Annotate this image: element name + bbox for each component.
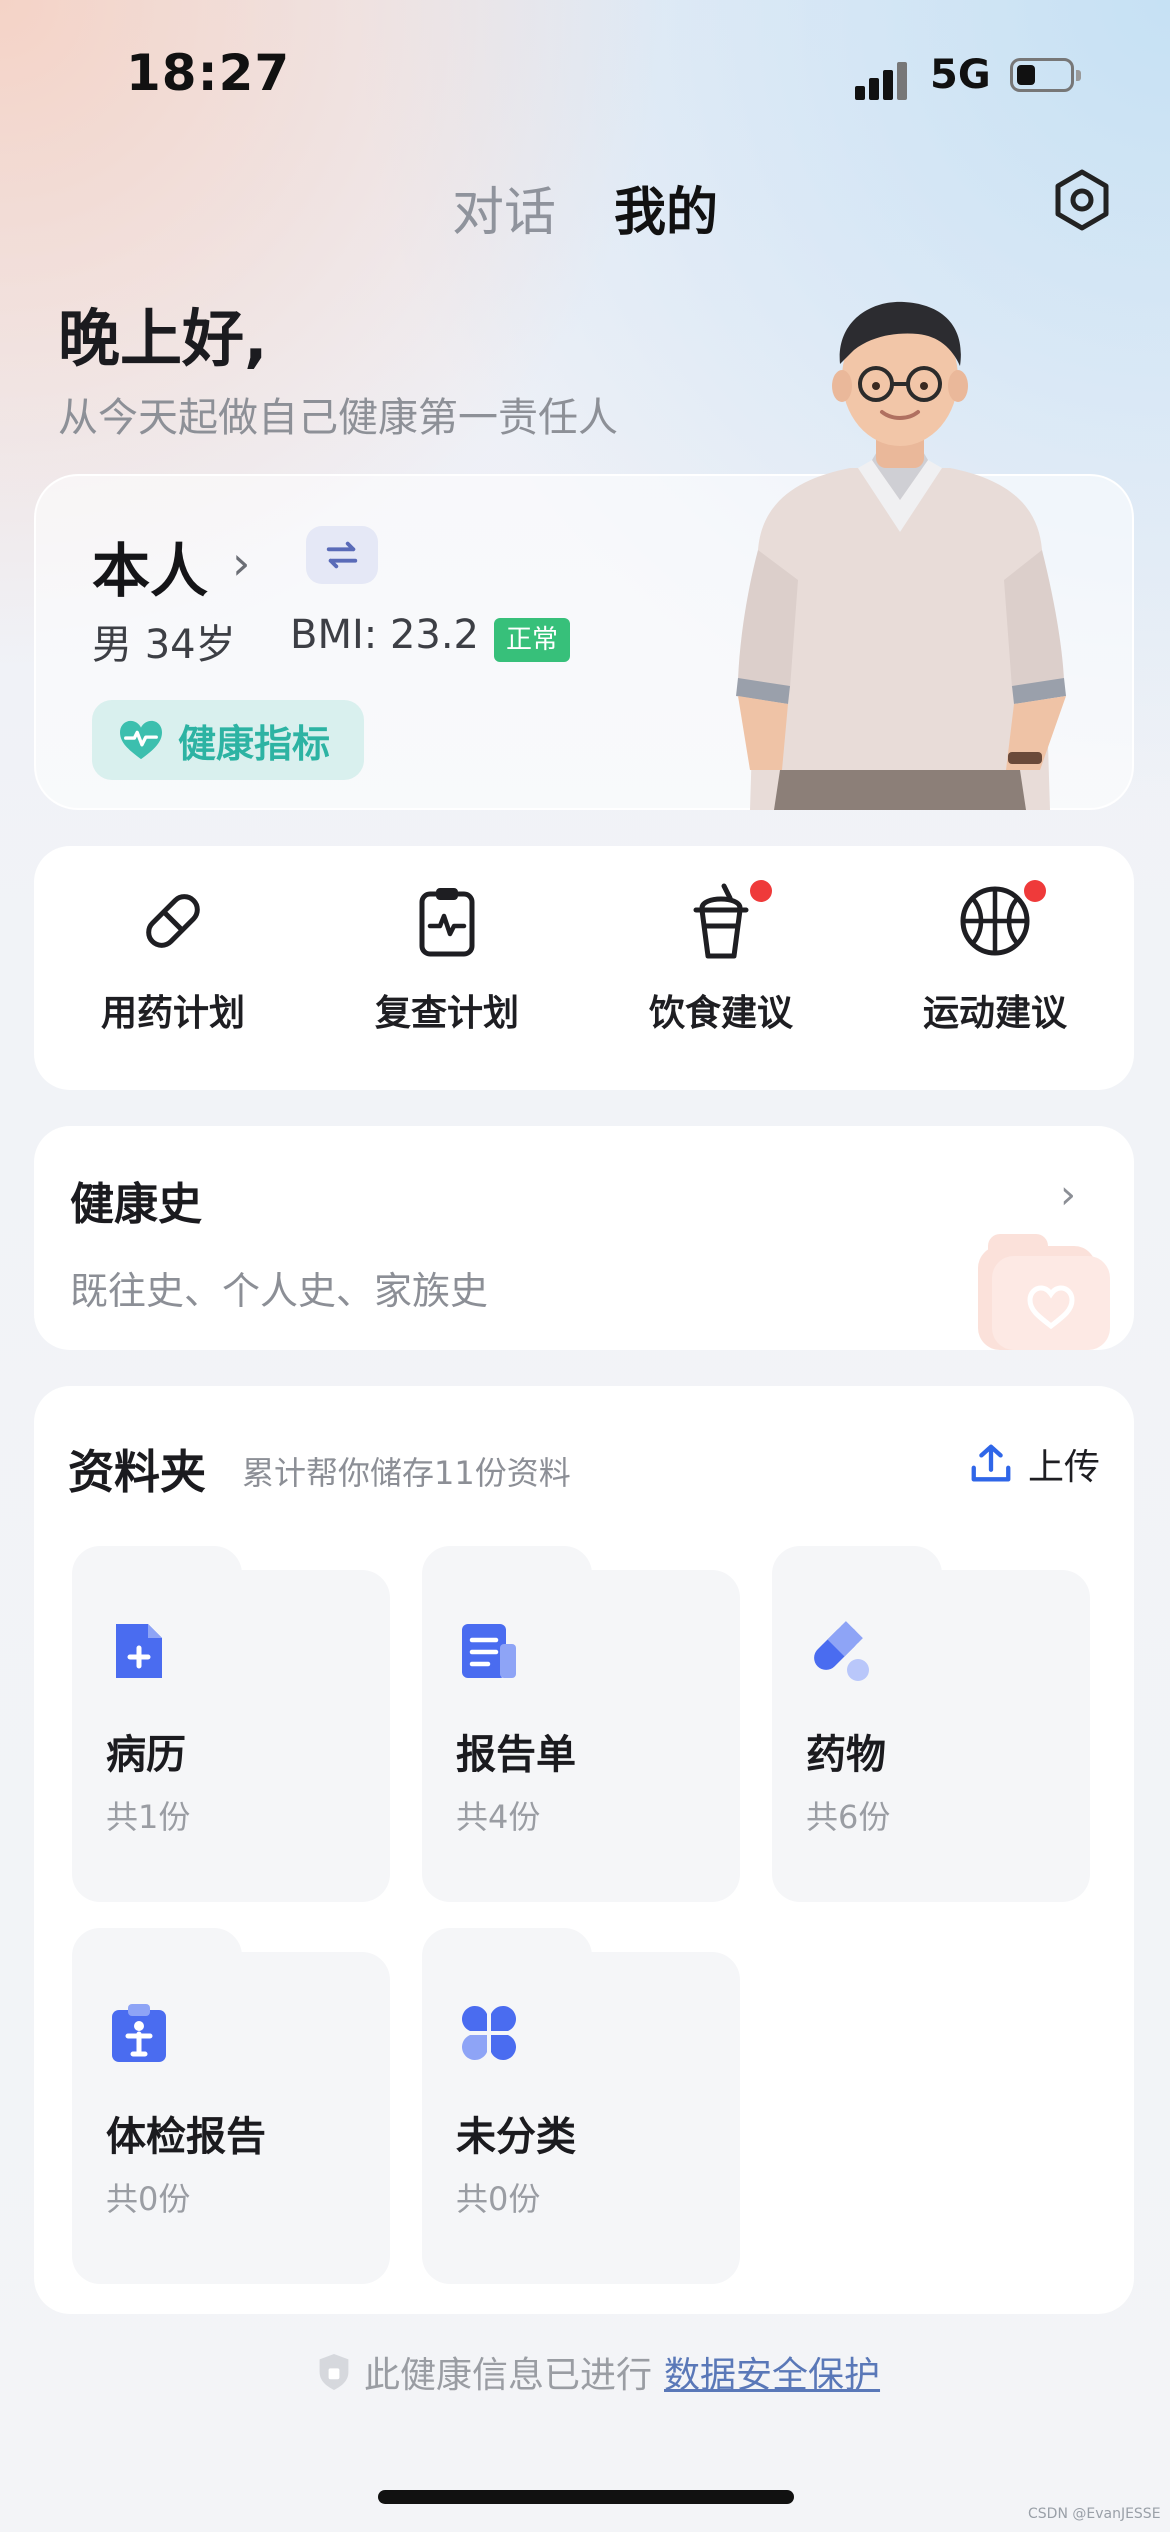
security-note-text: 此健康信息已进行	[364, 2355, 653, 2396]
folder-title: 资料夹	[68, 1445, 206, 1499]
chevron-right-icon[interactable]: ›	[1060, 1172, 1076, 1218]
chevron-right-icon[interactable]: ›	[232, 536, 250, 590]
settings-icon[interactable]	[1050, 168, 1114, 232]
greeting-slogan: 从今天起做自己健康第一责任人	[58, 395, 618, 441]
drink-cup-icon	[693, 883, 749, 959]
health-history-title: 健康史	[70, 1179, 202, 1230]
basketball-icon	[960, 886, 1030, 956]
signal-icon	[855, 56, 915, 100]
health-indicators-button[interactable]: 健康指标	[92, 700, 364, 780]
greeting-title: 晚上好,	[58, 302, 268, 375]
shield-icon	[319, 2354, 349, 2390]
quick-action-recheck-plan[interactable]: 复查计划	[310, 882, 584, 1036]
upload-label: 上传	[1028, 1447, 1101, 1488]
quick-action-label: 运动建议	[922, 993, 1067, 1034]
upload-icon	[971, 1444, 1011, 1482]
folder-item-report[interactable]: 报告单 共4份	[422, 1546, 742, 1902]
profile-name[interactable]: 本人	[92, 524, 208, 608]
folder-item-count: 共1份	[106, 1798, 191, 1836]
clipboard-pulse-icon	[419, 888, 475, 957]
folder-item-medicine[interactable]: 药物 共6份	[772, 1546, 1092, 1902]
health-indicators-label: 健康指标	[178, 721, 331, 766]
status-badge: 正常	[494, 618, 571, 662]
tab-mine[interactable]: 我的	[614, 170, 718, 245]
medical-record-icon	[116, 1624, 162, 1678]
folder-item-medical-record[interactable]: 病历 共1份	[72, 1546, 392, 1902]
notification-dot	[1024, 880, 1046, 902]
folder-item-count: 共4份	[456, 1798, 541, 1836]
uncategorized-icon	[462, 2006, 516, 2060]
folder-item-name: 病历	[106, 1732, 186, 1778]
folder-item-name: 体检报告	[106, 2114, 266, 2160]
health-history-subtitle: 既往史、个人史、家族史	[70, 1269, 489, 1313]
tab-chat[interactable]: 对话	[452, 170, 556, 245]
folder-item-count: 共0份	[106, 2180, 191, 2218]
notification-dot	[750, 880, 772, 902]
data-security-link[interactable]: 数据安全保护	[664, 2346, 880, 2398]
folder-item-name: 药物	[806, 1732, 886, 1778]
avatar	[736, 301, 1066, 810]
network-label: 5G	[930, 52, 991, 98]
folder-item-uncategorized[interactable]: 未分类 共0份	[422, 1928, 742, 2284]
upload-button[interactable]: 上传	[968, 1438, 1100, 1490]
folder-item-count: 共6份	[806, 1798, 891, 1836]
medicine-icon	[814, 1621, 869, 1681]
quick-action-diet-advice[interactable]: 饮食建议	[584, 882, 858, 1036]
battery-icon	[1010, 58, 1081, 92]
heart-pulse-icon	[120, 720, 162, 760]
watermark: CSDN @EvanJESSE	[1028, 2506, 1161, 2522]
quick-action-label: 复查计划	[374, 993, 519, 1034]
quick-action-label: 饮食建议	[648, 993, 793, 1034]
folder-item-checkup-report[interactable]: 体检报告 共0份	[72, 1928, 392, 2284]
pill-icon	[146, 894, 200, 948]
profile-gender-age: 男 34岁	[92, 622, 236, 668]
switch-profile-button[interactable]	[306, 526, 378, 584]
folder-subtitle: 累计帮你储存11份资料	[242, 1454, 571, 1492]
security-note: 此健康信息已进行 数据安全保护	[316, 2346, 880, 2398]
home-indicator[interactable]	[378, 2490, 794, 2504]
report-icon	[462, 1624, 516, 1678]
status-time: 18:27	[126, 44, 291, 102]
profile-bmi: BMI: 23.2	[290, 612, 480, 658]
folder-item-count: 共0份	[456, 2180, 541, 2218]
quick-action-medication-plan[interactable]: 用药计划	[36, 882, 310, 1036]
swap-icon	[326, 541, 358, 569]
quick-action-label: 用药计划	[100, 993, 245, 1034]
folder-item-name: 未分类	[456, 2114, 576, 2160]
heart-folder-icon	[978, 1234, 1110, 1350]
folder-item-name: 报告单	[456, 1732, 576, 1778]
quick-action-exercise-advice[interactable]: 运动建议	[858, 882, 1132, 1036]
checkup-report-icon	[112, 2004, 166, 2062]
